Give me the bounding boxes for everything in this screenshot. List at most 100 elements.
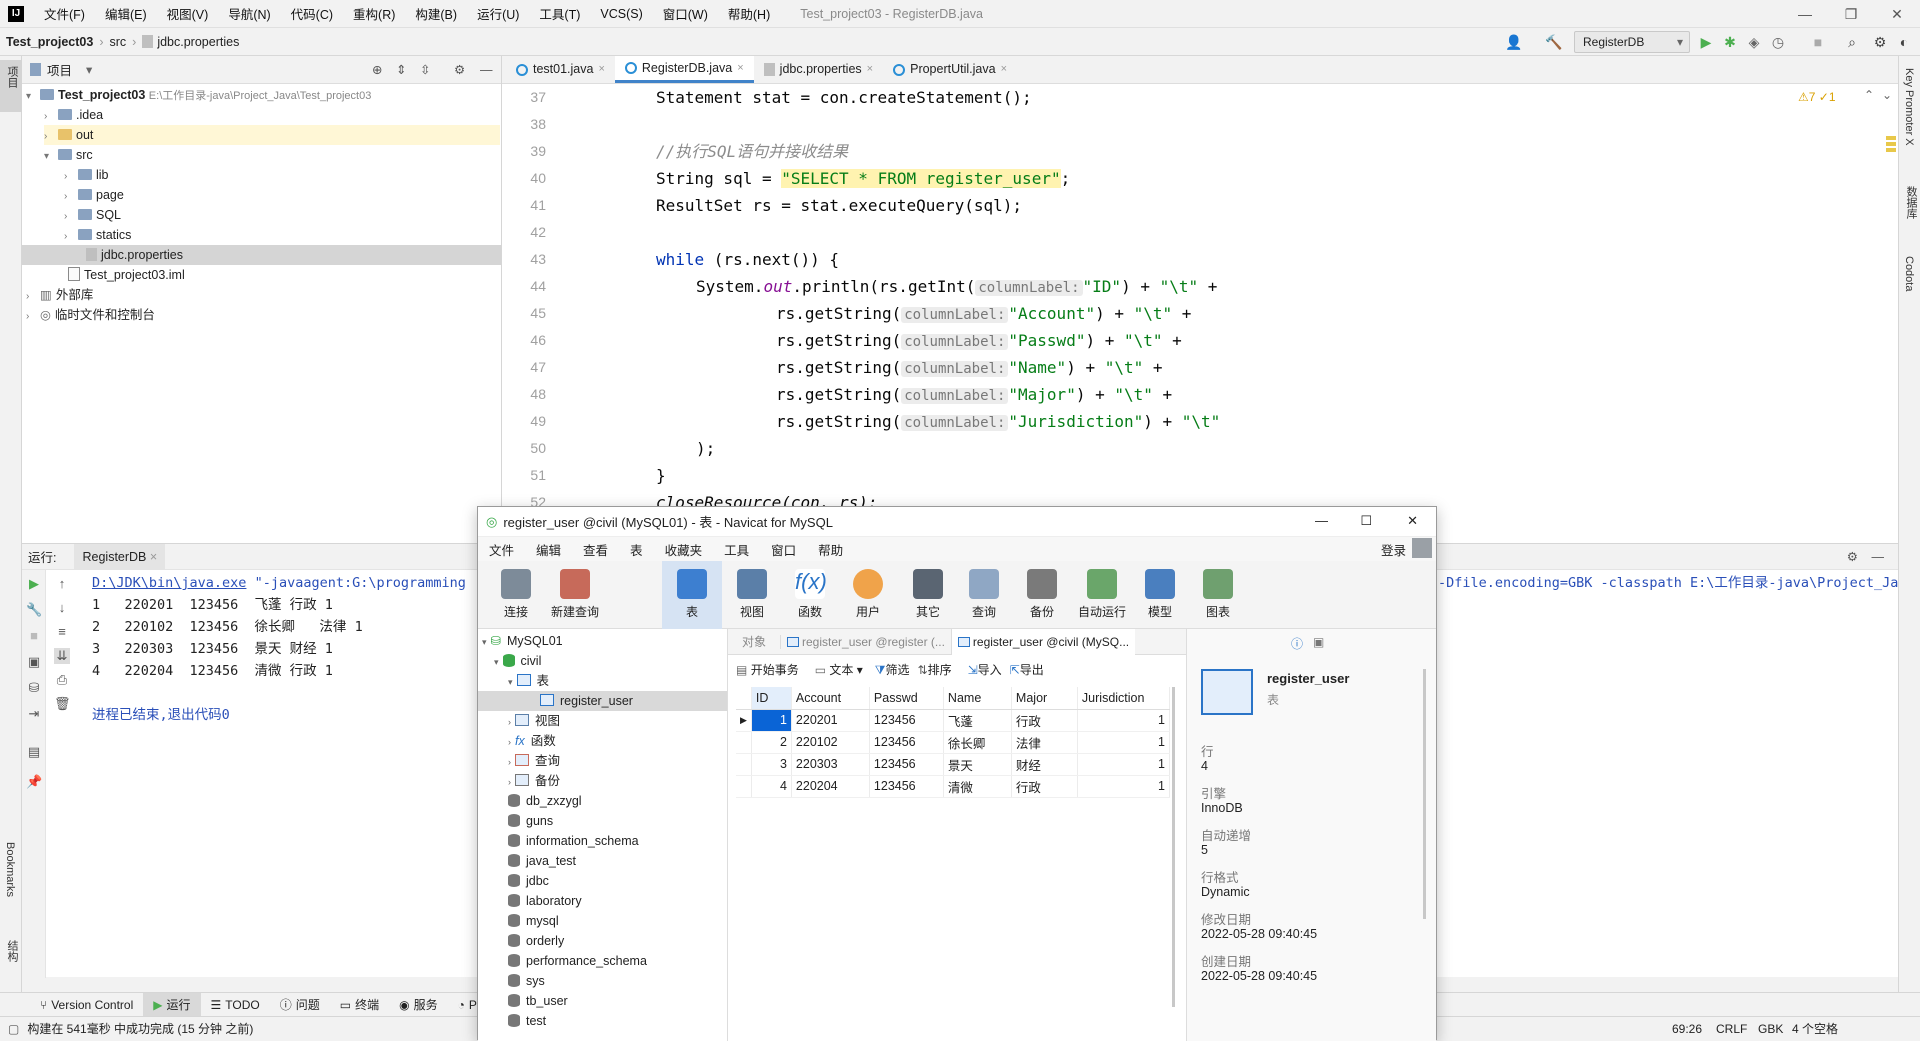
tool-function[interactable]: f(x) 函数 [780, 561, 840, 629]
profile-icon[interactable]: ◷ [1770, 34, 1786, 50]
tree-root[interactable]: ▾ Test_project03 E:\工作目录-java\Project_Jav… [26, 85, 371, 105]
tool-run[interactable]: ▶ 运行 [143, 992, 201, 1017]
user-icon[interactable]: 👤 [1505, 34, 1522, 50]
coverage-icon[interactable]: ◈ [1746, 34, 1762, 50]
line-separator[interactable]: CRLF [1716, 1022, 1747, 1036]
filter-button[interactable]: ⧩筛选 [871, 661, 914, 678]
tree-db[interactable]: tb_user [508, 991, 568, 1011]
col-passwd[interactable]: Passwd [869, 687, 944, 710]
begin-transaction-button[interactable]: ▤ 开始事务 [728, 661, 807, 678]
indent-setting[interactable]: 4 个空格 [1792, 1020, 1838, 1037]
down-icon[interactable]: ↓ [54, 600, 70, 616]
menu-code[interactable]: 代码(C) [281, 4, 343, 23]
run-tab[interactable]: RegisterDB × [74, 543, 166, 570]
tool-todo[interactable]: ☰ TODO [201, 998, 270, 1012]
tree-item-out[interactable]: › out [44, 125, 500, 145]
stop-icon[interactable]: ■ [1810, 34, 1826, 50]
tool-model[interactable]: 模型 [1130, 561, 1190, 629]
menu-build[interactable]: 构建(B) [405, 4, 467, 23]
sort-button[interactable]: ⇅排序 [914, 661, 956, 678]
tool-terminal[interactable]: ▭ 终端 [330, 996, 389, 1013]
project-view-select[interactable]: 项目 [47, 60, 72, 79]
menu-tools[interactable]: 工具(T) [529, 4, 590, 23]
wrench-icon[interactable]: 🔧 [26, 602, 42, 618]
tool-chart[interactable]: 图表 [1188, 561, 1248, 629]
menu-navigate[interactable]: 导航(N) [218, 4, 280, 23]
tree-db[interactable]: information_schema [508, 831, 639, 851]
avatar[interactable] [1412, 538, 1432, 558]
col-jurisdiction[interactable]: Jurisdiction [1077, 687, 1170, 710]
table-row[interactable]: 4 220204 123456 清微 行政 1 [736, 775, 1170, 798]
nv-menu-favorites[interactable]: 收藏夹 [654, 540, 714, 559]
tree-db[interactable]: sys [508, 971, 545, 991]
locate-icon[interactable]: ⊕ [372, 62, 382, 77]
tab-registerdb[interactable]: RegisterDB.java × [614, 56, 754, 83]
tree-table-register-user[interactable]: register_user [478, 691, 727, 711]
tab-register-user-civil[interactable]: register_user @civil (MySQ... [950, 628, 1136, 655]
tree-db[interactable]: orderly [508, 931, 564, 951]
maximize-icon[interactable]: ☐ [1360, 513, 1372, 529]
menu-help[interactable]: 帮助(H) [718, 4, 780, 23]
database-tool-button[interactable]: 数据库 [1903, 186, 1919, 219]
tree-db[interactable]: mysql [508, 911, 559, 931]
tree-functions[interactable]: › fx 函数 [508, 731, 556, 751]
tree-item-statics[interactable]: › statics [64, 225, 131, 245]
tool-backup[interactable]: 备份 [1012, 561, 1072, 629]
ddl-icon[interactable]: ▣ [1313, 635, 1324, 649]
tool-query[interactable]: 查询 [954, 561, 1014, 629]
hide-icon[interactable]: — [1872, 550, 1885, 564]
info-scrollbar[interactable] [1423, 669, 1426, 919]
tree-db[interactable]: performance_schema [508, 951, 647, 971]
table-row[interactable]: 3 220303 123456 景天 财经 1 [736, 753, 1170, 776]
caret-position[interactable]: 69:26 [1672, 1022, 1702, 1036]
table-row[interactable]: ▶ 1 220201 123456 飞蓬 行政 1 [736, 709, 1170, 732]
tree-db-civil[interactable]: ▾ civil [494, 651, 541, 671]
settings-icon[interactable]: ⚙ [1872, 34, 1888, 50]
tab-propertutil[interactable]: PropertUtil.java × [883, 56, 1017, 83]
run-config-select[interactable]: RegisterDB ▾ [1574, 31, 1690, 53]
tool-connection[interactable]: 连接 [486, 561, 546, 629]
gear-icon[interactable]: ⚙ [454, 62, 465, 77]
status-message[interactable]: 构建在 541毫秒 中成功完成 (15 分钟 之前) [27, 1020, 253, 1037]
java-exe-link[interactable]: D:\JDK\bin\java.exe [92, 575, 246, 591]
ide-logo-icon[interactable]: ◐ [1896, 34, 1912, 50]
nv-menu-help[interactable]: 帮助 [807, 540, 854, 559]
tree-item-iml[interactable]: Test_project03.iml [68, 265, 185, 285]
tool-services[interactable]: ◉ 服务 [389, 996, 448, 1013]
menu-view[interactable]: 视图(V) [157, 4, 219, 23]
key-promoter-button[interactable]: Key Promoter X [1903, 68, 1915, 146]
tree-db[interactable]: jdbc [508, 871, 549, 891]
tree-db[interactable]: db_zxzygl [508, 791, 582, 811]
breadcrumb-src[interactable]: src [103, 35, 132, 49]
text-button[interactable]: ▭ 文本 ▾ [807, 661, 871, 678]
codota-button[interactable]: Codota [1903, 256, 1915, 291]
chevron-down-icon[interactable]: ▾ [86, 62, 92, 77]
tool-new-query[interactable]: 新建查询 [542, 561, 608, 629]
tree-tables[interactable]: ▾ 表 [508, 671, 549, 691]
tool-problems[interactable]: ⓘ 问题 [270, 996, 330, 1013]
tree-db[interactable]: java_test [508, 851, 576, 871]
menu-edit[interactable]: 编辑(E) [95, 4, 157, 23]
table-row[interactable]: 2 220102 123456 徐长卿 法律 1 [736, 731, 1170, 754]
tab-objects[interactable]: 对象 [728, 633, 780, 650]
menu-vcs[interactable]: VCS(S) [590, 7, 652, 21]
col-id[interactable]: ID [751, 687, 792, 710]
run-icon[interactable]: ▶ [1698, 34, 1714, 50]
tool-version-control[interactable]: ⑂ Version Control [30, 998, 143, 1012]
nv-menu-tools[interactable]: 工具 [713, 540, 760, 559]
pin-icon[interactable]: 📌 [26, 774, 42, 790]
nv-menu-view[interactable]: 查看 [572, 540, 619, 559]
filter-icon[interactable]: ⛁ [26, 680, 42, 696]
close-icon[interactable]: ✕ [1874, 0, 1920, 28]
info-icon[interactable]: ⓘ [1291, 635, 1303, 652]
search-icon[interactable]: ⌕ [1844, 34, 1860, 50]
collapse-all-icon[interactable]: ⇳ [420, 62, 430, 77]
bookmarks-tool-button[interactable]: Bookmarks [4, 842, 16, 897]
hide-icon[interactable]: — [480, 63, 493, 77]
tree-item-scratches[interactable]: › ◎ 临时文件和控制台 [26, 305, 155, 325]
tree-item-idea[interactable]: › .idea [44, 105, 103, 125]
tab-register-user-register[interactable]: register_user @register (... [780, 634, 951, 649]
project-tool-button[interactable]: 项目 [0, 60, 22, 112]
data-grid[interactable]: ID Account Passwd Name Major Jurisdictio… [736, 687, 1170, 798]
restore-icon[interactable]: ❐ [1828, 0, 1874, 28]
